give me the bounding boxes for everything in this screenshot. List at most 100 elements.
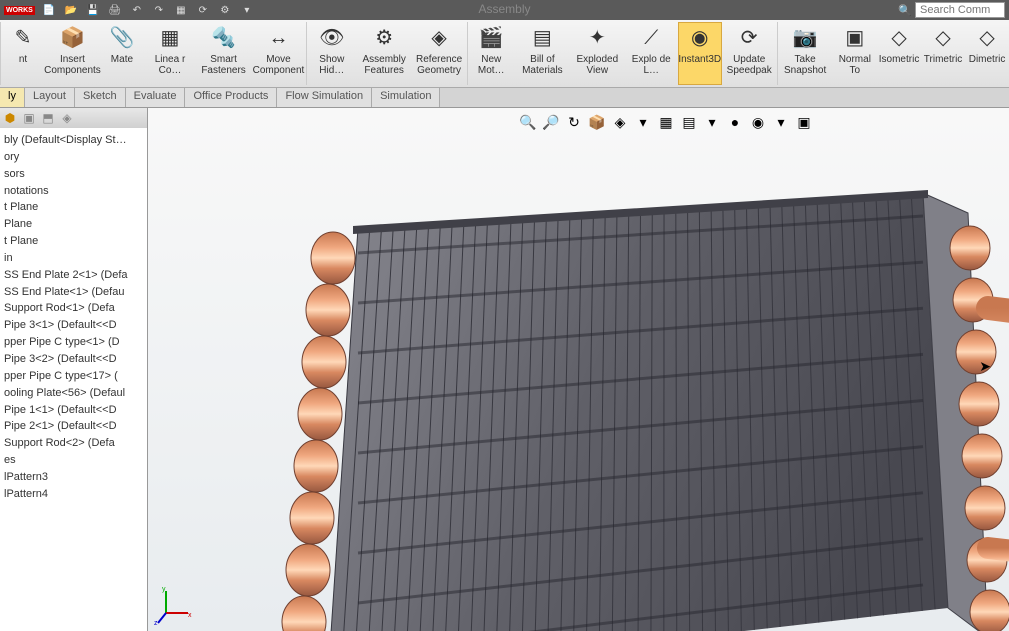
tab-flow[interactable]: Flow Simulation (277, 88, 372, 107)
linear-co-label: Linea r Co… (150, 54, 190, 76)
linear-co-button[interactable]: ▦Linea r Co… (144, 22, 196, 85)
tree-item[interactable]: in (2, 250, 145, 267)
qa-options-icon[interactable]: ⚙ (217, 2, 233, 18)
view-tool-2[interactable]: ↻ (564, 112, 584, 132)
smart-fasteners-button[interactable]: 🔩Smart Fasteners (196, 22, 251, 85)
instant3d-icon: ◉ (686, 24, 714, 52)
feature-tab-icon[interactable]: ⬢ (2, 110, 18, 126)
search-icon: 🔍 (898, 4, 912, 17)
bill-of-materials-button[interactable]: ▤Bill of Materials (515, 22, 570, 85)
tree-item[interactable]: Plane (2, 216, 145, 233)
qa-select-icon[interactable]: ▦ (173, 2, 189, 18)
trimetric-button[interactable]: ◇Trimetric (921, 22, 965, 85)
explode-line-label: Explo de L… (631, 54, 672, 76)
view-tool-0[interactable]: 🔍 (518, 112, 538, 132)
view-tool-12[interactable]: ▣ (794, 112, 814, 132)
qa-print-icon[interactable]: 🖨 (107, 2, 123, 18)
show-hidden-button[interactable]: 👁Show Hid… (307, 22, 357, 85)
show-hidden-label: Show Hid… (313, 54, 351, 76)
tree-item[interactable]: sors (2, 166, 145, 183)
smart-fasteners-label: Smart Fasteners (201, 54, 245, 76)
view-tool-6[interactable]: ▦ (656, 112, 676, 132)
view-tool-11[interactable]: ▾ (771, 112, 791, 132)
property-tab-icon[interactable]: ▣ (21, 110, 37, 126)
tab-evaluate[interactable]: Evaluate (126, 88, 186, 107)
qa-open-icon[interactable]: 📂 (63, 2, 79, 18)
config-tab-icon[interactable]: ⬒ (40, 110, 56, 126)
qa-redo-icon[interactable]: ↷ (151, 2, 167, 18)
qa-new-icon[interactable]: 📄 (41, 2, 57, 18)
tree-item[interactable]: pper Pipe C type<17> ( (2, 368, 145, 385)
bill-of-materials-icon: ▤ (528, 24, 556, 52)
bill-of-materials-label: Bill of Materials (521, 54, 564, 76)
isometric-label: Isometric (879, 54, 920, 65)
tree-item[interactable]: bly (Default<Display St… (2, 132, 145, 149)
normal-to-button[interactable]: ▣Normal To (833, 22, 877, 85)
explode-line-button[interactable]: ⟋Explo de L… (625, 22, 678, 85)
tab-office[interactable]: Office Products (185, 88, 277, 107)
view-tool-4[interactable]: ◈ (610, 112, 630, 132)
view-tool-8[interactable]: ▾ (702, 112, 722, 132)
dimetric-button[interactable]: ◇Dimetric (965, 22, 1009, 85)
tree-item[interactable]: Pipe 2<1> (Default<<D (2, 418, 145, 435)
view-tool-7[interactable]: ▤ (679, 112, 699, 132)
tree-item[interactable]: lPattern3 (2, 469, 145, 486)
mate-icon: 📎 (108, 24, 136, 52)
exploded-view-label: Exploded View (576, 54, 619, 76)
graphics-viewport[interactable]: 🔍🔎↻📦◈▾▦▤▾●◉▾▣ (148, 108, 1009, 631)
tree-item[interactable]: SS End Plate 2<1> (Defa (2, 267, 145, 284)
tree-item[interactable]: ooling Plate<56> (Defaul (2, 385, 145, 402)
insert-components-label: Insert Components (44, 54, 101, 76)
instant3d-button[interactable]: ◉Instant3D (678, 22, 722, 85)
tree-item[interactable]: lPattern4 (2, 486, 145, 503)
view-tool-10[interactable]: ◉ (748, 112, 768, 132)
tree-item[interactable]: notations (2, 183, 145, 200)
qa-save-icon[interactable]: 💾 (85, 2, 101, 18)
tree-item[interactable]: es (2, 452, 145, 469)
tree-item[interactable]: t Plane (2, 233, 145, 250)
tab-sketch[interactable]: Sketch (75, 88, 126, 107)
smart-fasteners-icon: 🔩 (210, 24, 238, 52)
edit-component-button[interactable]: ✎nt (1, 22, 45, 85)
qa-rebuild-icon[interactable]: ⟳ (195, 2, 211, 18)
view-tool-3[interactable]: 📦 (587, 112, 607, 132)
isometric-icon: ◇ (885, 24, 913, 52)
orientation-triad[interactable]: y x z (154, 585, 194, 625)
tab-layout[interactable]: Layout (25, 88, 75, 107)
exploded-view-button[interactable]: ✦Exploded View (570, 22, 625, 85)
tree-item[interactable]: Support Rod<2> (Defa (2, 435, 145, 452)
qa-dropdown-icon[interactable]: ▾ (239, 2, 255, 18)
display-tab-icon[interactable]: ◈ (59, 110, 75, 126)
move-component-icon: ↔ (264, 24, 292, 52)
reference-geometry-button[interactable]: ◈Reference Geometry (412, 22, 467, 85)
tree-item[interactable]: SS End Plate<1> (Defau (2, 284, 145, 301)
tree-item[interactable]: Pipe 3<2> (Default<<D (2, 351, 145, 368)
app-logo: WORKS (4, 6, 35, 15)
tree-item[interactable]: Pipe 1<1> (Default<<D (2, 402, 145, 419)
search-input[interactable] (915, 2, 1005, 18)
model-render (228, 138, 1009, 631)
tab-ly[interactable]: ly (0, 88, 25, 107)
tree-item[interactable]: Pipe 3<1> (Default<<D (2, 317, 145, 334)
update-speedpak-button[interactable]: ⟳Update Speedpak (722, 22, 777, 85)
isometric-button[interactable]: ◇ Isometric (877, 22, 921, 85)
insert-components-icon: 📦 (58, 24, 86, 52)
mate-button[interactable]: 📎Mate (100, 22, 144, 85)
tree-item[interactable]: pper Pipe C type<1> (D (2, 334, 145, 351)
new-motion-button[interactable]: 🎬New Mot… (468, 22, 515, 85)
tree-item[interactable]: ory (2, 149, 145, 166)
view-tool-5[interactable]: ▾ (633, 112, 653, 132)
insert-components-button[interactable]: 📦Insert Components (45, 22, 100, 85)
tree-item[interactable]: t Plane (2, 199, 145, 216)
tree-item[interactable]: Support Rod<1> (Defa (2, 300, 145, 317)
svg-text:z: z (154, 620, 158, 625)
view-tool-9[interactable]: ● (725, 112, 745, 132)
edit-component-icon: ✎ (9, 24, 37, 52)
search-container: 🔍 (898, 2, 1005, 18)
tab-sim[interactable]: Simulation (372, 88, 440, 107)
take-snapshot-button[interactable]: 📷Take Snapshot (778, 22, 833, 85)
move-component-button[interactable]: ↔Move Component (251, 22, 306, 85)
assembly-features-button[interactable]: ⚙Assembly Features (357, 22, 412, 85)
view-tool-1[interactable]: 🔎 (541, 112, 561, 132)
qa-undo-icon[interactable]: ↶ (129, 2, 145, 18)
